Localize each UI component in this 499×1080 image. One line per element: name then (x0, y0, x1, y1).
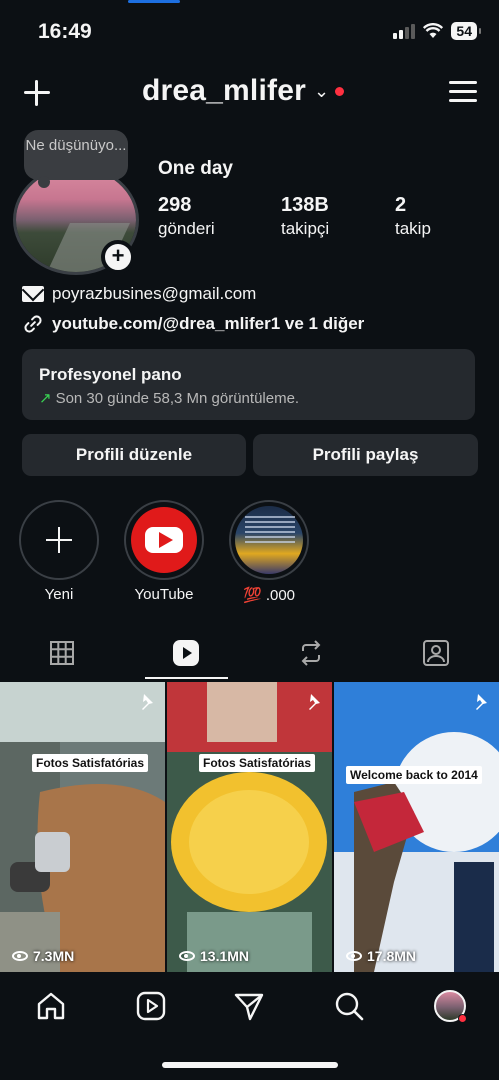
highlight-label: 💯 .000 (242, 587, 296, 604)
content-tabs (0, 626, 499, 680)
dashboard-title: Profesyonel pano (39, 365, 182, 384)
home-indicator (162, 1062, 338, 1068)
wifi-icon (423, 23, 444, 38)
highlight-youtube[interactable]: YouTube (124, 500, 204, 603)
bio-link[interactable]: youtube.com/@drea_mlifer1 ve 1 diğer (22, 313, 364, 335)
tab-reels[interactable] (124, 626, 248, 680)
eye-icon (179, 951, 195, 961)
chevron-down-icon: ⌄ (313, 80, 330, 101)
status-icons: 54 (393, 22, 481, 40)
pin-icon (309, 694, 320, 710)
reel-view-count: 13.1MN (179, 948, 249, 964)
highlight-label: YouTube (134, 586, 194, 603)
eye-icon (12, 951, 28, 961)
status-bar: 16:49 54 (0, 0, 499, 62)
highlight-new[interactable]: Yeni (19, 500, 99, 603)
notification-dot (458, 1014, 467, 1023)
notification-dot (335, 86, 345, 96)
reel-caption: Fotos Satisfatórias (199, 754, 316, 772)
add-story-button[interactable]: + (101, 240, 135, 274)
send-icon (234, 993, 264, 1021)
reel-view-count: 7.3MN (12, 948, 74, 964)
reel-thumbnail[interactable]: Welcome back to 2014 17.8MN (334, 682, 499, 972)
stat-label: takip (395, 219, 431, 238)
display-name: One day (158, 158, 233, 179)
reel-caption: Fotos Satisfatórias (32, 754, 149, 772)
tab-tagged[interactable] (374, 626, 498, 680)
stat-value: 138B (281, 194, 329, 216)
reel-image (334, 682, 499, 972)
highlight-100[interactable]: 💯 .000 (229, 500, 309, 604)
username: drea_mlifer (142, 74, 306, 107)
stat-label: takipçi (281, 219, 330, 238)
reel-thumbnail[interactable]: Fotos Satisfatórias 13.1MN (167, 682, 332, 972)
eye-icon (346, 951, 362, 961)
nav-direct[interactable] (229, 986, 269, 1026)
email-contact[interactable]: poyrazbusines@gmail.com (22, 284, 256, 304)
highlight-circle (124, 500, 204, 580)
pin-icon (476, 694, 487, 710)
stat-followers[interactable]: 138B takipçi (281, 194, 329, 239)
trend-up-icon: ↗ (39, 390, 52, 407)
active-tab-indicator (145, 677, 228, 679)
plus-icon (21, 502, 97, 578)
highlight-circle (19, 500, 99, 580)
home-icon (37, 992, 65, 1020)
tagged-person-icon (423, 640, 449, 666)
pin-icon (142, 694, 153, 710)
reels-icon (136, 991, 166, 1021)
professional-dashboard[interactable]: Profesyonel pano ↗ Son 30 günde 58,3 Mn g… (22, 349, 475, 420)
avatar (434, 990, 467, 1023)
status-time: 16:49 (38, 20, 92, 43)
reel-image (0, 682, 165, 972)
reels-icon (173, 640, 199, 666)
signal-icon (393, 23, 416, 39)
highlight-label: Yeni (44, 586, 74, 603)
search-icon (335, 992, 364, 1021)
stat-posts[interactable]: 298 gönderi (158, 194, 215, 239)
hamburger-menu-icon[interactable] (449, 80, 477, 104)
tab-reposts[interactable] (249, 626, 373, 680)
link-text: youtube.com/@drea_mlifer1 ve 1 diğer (52, 314, 365, 333)
reel-thumbnail[interactable]: Fotos Satisfatórias 7.3MN (0, 682, 165, 972)
reel-view-count: 17.8MN (346, 948, 416, 964)
profile-header: drea_mlifer ⌄ (0, 70, 499, 116)
stat-following[interactable]: 2 takip (395, 194, 431, 239)
dashboard-subtitle: ↗ Son 30 günde 58,3 Mn görüntüleme. (39, 390, 300, 407)
battery-indicator: 54 (451, 22, 481, 40)
nav-search[interactable] (329, 986, 369, 1026)
reel-image (167, 682, 332, 972)
nav-reels[interactable] (131, 986, 171, 1026)
create-plus-icon[interactable] (22, 78, 52, 108)
reels-grid: Fotos Satisfatórias 7.3MN Fotos Satisfat… (0, 682, 499, 972)
email-text: poyrazbusines@gmail.com (52, 284, 257, 303)
reel-caption: Welcome back to 2014 (346, 766, 482, 784)
mail-icon (22, 286, 44, 302)
note-bubble[interactable]: Ne düşünüyo... (24, 130, 128, 188)
highlight-circle (229, 500, 309, 580)
edit-profile-button[interactable]: Profili düzenle (22, 434, 246, 476)
grid-icon (50, 641, 74, 665)
repost-icon (301, 640, 321, 666)
tab-posts[interactable] (0, 626, 124, 680)
top-indicator (128, 0, 180, 3)
account-switcher[interactable]: drea_mlifer ⌄ (142, 74, 345, 108)
link-icon (24, 315, 42, 333)
share-profile-button[interactable]: Profili paylaş (253, 434, 478, 476)
stat-value: 298 (158, 194, 192, 216)
stat-label: gönderi (158, 219, 215, 238)
stat-value: 2 (395, 194, 407, 216)
nav-home[interactable] (31, 986, 71, 1026)
nav-profile[interactable] (430, 986, 470, 1026)
